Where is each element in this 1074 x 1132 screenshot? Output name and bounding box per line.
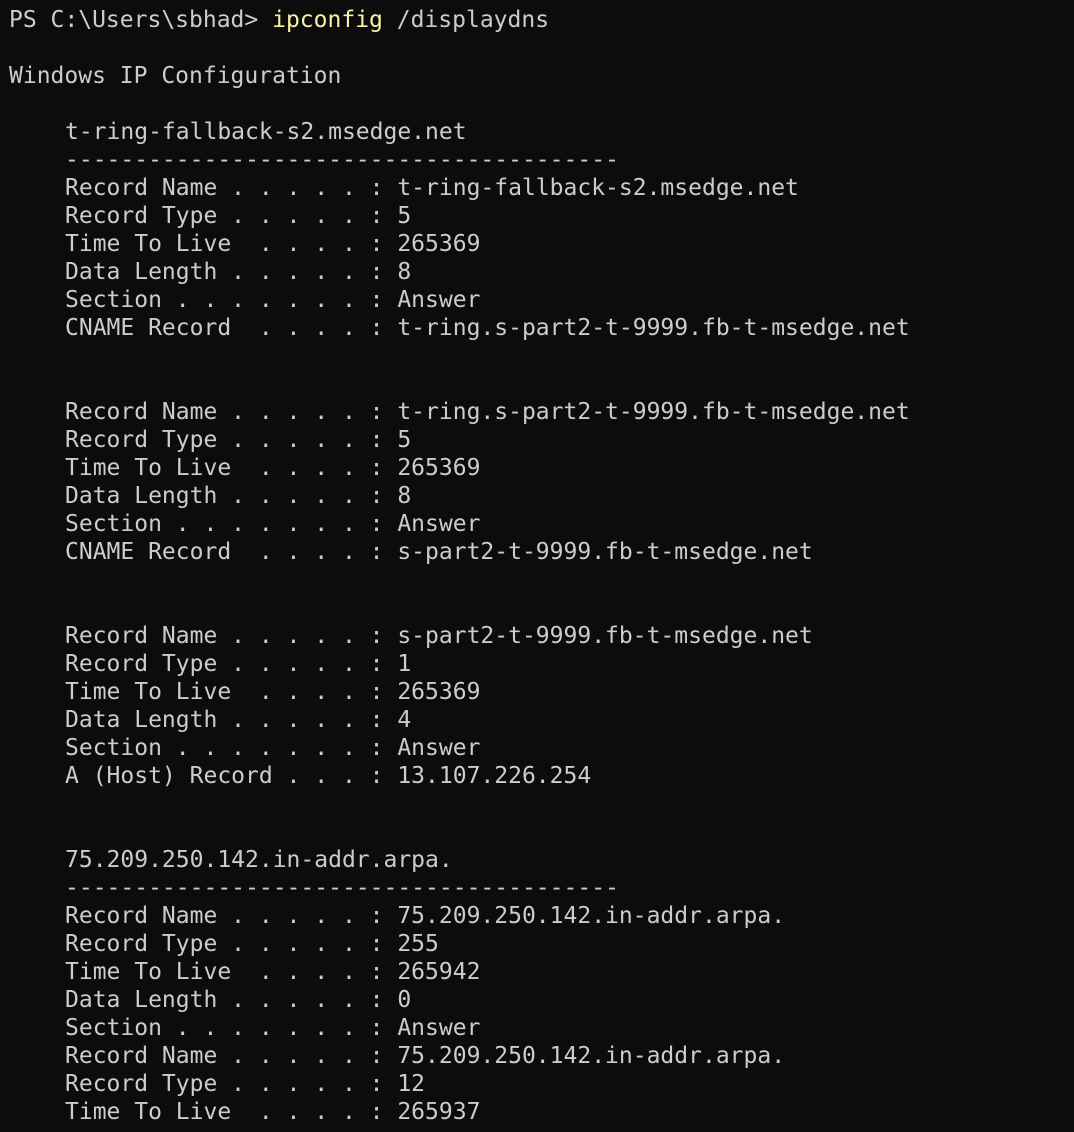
- dns-output-line: A (Host) Record . . . : 13.107.226.254: [65, 763, 592, 789]
- terminal-window[interactable]: PS C:\Users\sbhad> ipconfig /displaydns …: [0, 0, 1074, 1132]
- dns-output-line: Time To Live . . . . : 265369: [65, 455, 481, 481]
- dns-output-line: 75.209.250.142.in-addr.arpa.: [65, 847, 453, 873]
- dns-output-line: Record Type . . . . . : 1: [65, 651, 412, 677]
- dns-output-line: Record Name . . . . . : 75.209.250.142.i…: [65, 903, 786, 929]
- dns-output-line: Time To Live . . . . : 265942: [65, 959, 481, 985]
- dns-output-line: Data Length . . . . . : 8: [65, 483, 412, 509]
- dns-output-line: Time To Live . . . . : 265369: [65, 231, 481, 257]
- dns-output-line: Data Length . . . . . : 4: [65, 707, 412, 733]
- dns-output-line: Section . . . . . . . : Answer: [65, 1015, 481, 1041]
- dns-output-line: Section . . . . . . . : Answer: [65, 511, 481, 537]
- prompt-line: PS C:\Users\sbhad> ipconfig /displaydns: [9, 6, 1074, 34]
- command-name: ipconfig: [272, 7, 383, 33]
- dns-output-line: Time To Live . . . . : 265937: [65, 1099, 481, 1125]
- dns-output-line: CNAME Record . . . . : s-part2-t-9999.fb…: [65, 539, 813, 565]
- command-args: /displaydns: [382, 7, 550, 33]
- dns-output-line: Record Type . . . . . : 12: [65, 1071, 426, 1097]
- dns-output-line: Section . . . . . . . : Answer: [65, 735, 481, 761]
- dns-output-line: Record Type . . . . . : 255: [65, 931, 439, 957]
- dns-output-line: Record Type . . . . . : 5: [65, 427, 412, 453]
- dns-output-line: ----------------------------------------: [65, 147, 619, 173]
- output-heading: Windows IP Configuration: [9, 63, 342, 89]
- dns-output-line: CNAME Record . . . . : t-ring.s-part2-t-…: [65, 315, 910, 341]
- dns-output-line: Record Name . . . . . : s-part2-t-9999.f…: [65, 623, 813, 649]
- dns-output-line: ----------------------------------------: [65, 875, 619, 901]
- command-output: Windows IP Configuration t-ring-fallback…: [9, 34, 1074, 1126]
- dns-output-line: Data Length . . . . . : 0: [65, 987, 412, 1013]
- dns-output-line: Record Name . . . . . : t-ring-fallback-…: [65, 175, 799, 201]
- dns-output-line: t-ring-fallback-s2.msedge.net: [65, 119, 467, 145]
- dns-output-line: Record Name . . . . . : t-ring.s-part2-t…: [65, 399, 910, 425]
- dns-output-line: Record Type . . . . . : 5: [65, 203, 412, 229]
- prompt-path: PS C:\Users\sbhad>: [9, 7, 273, 33]
- dns-output-line: Section . . . . . . . : Answer: [65, 287, 481, 313]
- dns-output-line: Data Length . . . . . : 8: [65, 259, 412, 285]
- dns-output-line: Record Name . . . . . : 75.209.250.142.i…: [65, 1043, 786, 1069]
- dns-output-line: Time To Live . . . . : 265369: [65, 679, 481, 705]
